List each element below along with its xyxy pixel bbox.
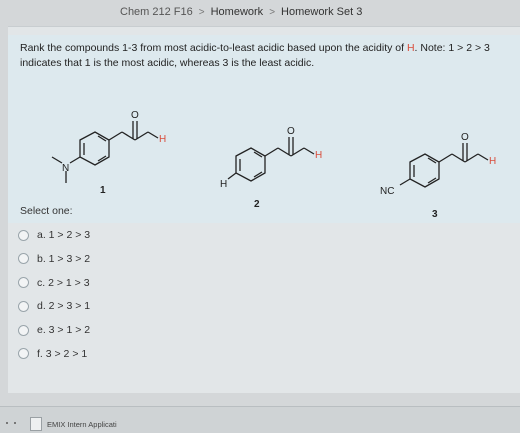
molecule-1: N O H 1 — [42, 107, 182, 197]
breadcrumb-separator: > — [269, 6, 276, 18]
molecule-3-number: 3 — [432, 209, 438, 220]
molecule-2-structure: H O H — [220, 126, 322, 190]
question-text-before: Rank the compounds 1-3 from most acidic-… — [20, 42, 407, 54]
taskbar-dot — [6, 422, 8, 424]
option-label: c. 2 > 1 > 3 — [37, 276, 90, 289]
breadcrumb-homework[interactable]: Homework — [211, 6, 264, 18]
breadcrumb-separator: > — [198, 6, 205, 18]
molecule-2-substituent: H — [220, 179, 227, 190]
molecule-1-structure: N O H — [51, 110, 166, 183]
option-c[interactable]: c. 2 > 1 > 3 — [18, 273, 90, 293]
option-label: b. 1 > 3 > 2 — [37, 252, 91, 265]
taskbar: EMIX Intern Applicati — [0, 406, 520, 433]
molecule-3-substituent: NC — [380, 186, 394, 197]
taskbar-item-label: EMIX Intern Applicati — [47, 419, 117, 429]
molecule-3-structure: NC O H — [380, 132, 496, 197]
breadcrumb-course[interactable]: Chem 212 F16 — [120, 6, 193, 18]
breadcrumb-homework-set[interactable]: Homework Set 3 — [281, 6, 362, 18]
select-one-label: Select one: — [20, 205, 73, 217]
radio-button[interactable] — [18, 277, 29, 289]
molecule-1-hydrogen: H — [159, 134, 166, 145]
taskbar-dot — [14, 422, 16, 424]
radio-button[interactable] — [18, 229, 29, 241]
molecule-2-hydrogen: H — [315, 150, 322, 161]
molecule-2-number: 2 — [254, 199, 260, 210]
question-panel: Rank the compounds 1-3 from most acidic-… — [8, 26, 520, 393]
molecule-2-oxygen: O — [287, 126, 295, 137]
molecule-1-oxygen: O — [131, 110, 139, 121]
option-b[interactable]: b. 1 > 3 > 2 — [18, 249, 90, 269]
question-text: Rank the compounds 1-3 from most acidic-… — [20, 41, 500, 71]
option-label: d. 2 > 3 > 1 — [37, 300, 91, 313]
radio-button[interactable] — [18, 253, 29, 265]
molecule-3-hydrogen: H — [489, 156, 496, 167]
radio-button[interactable] — [18, 348, 29, 360]
question-box: Rank the compounds 1-3 from most acidic-… — [8, 35, 520, 223]
document-icon — [30, 417, 42, 431]
molecule-1-substituent: N — [62, 163, 69, 174]
option-label: f. 3 > 2 > 1 — [37, 347, 88, 360]
option-e[interactable]: e. 3 > 1 > 2 — [18, 320, 90, 340]
option-f[interactable]: f. 3 > 2 > 1 — [18, 344, 90, 364]
answer-options: a. 1 > 2 > 3 b. 1 > 3 > 2 c. 2 > 1 > 3 d… — [18, 225, 90, 368]
molecule-2: H O H 2 — [198, 123, 338, 210]
option-label: e. 3 > 1 > 2 — [37, 324, 91, 337]
molecule-3: NC O H 3 — [366, 129, 516, 220]
radio-button[interactable] — [18, 300, 29, 312]
taskbar-item[interactable]: EMIX Intern Applicati — [30, 417, 117, 431]
option-a[interactable]: a. 1 > 2 > 3 — [18, 225, 90, 245]
radio-button[interactable] — [18, 324, 29, 336]
question-highlight-h: H — [406, 42, 415, 54]
molecule-1-number: 1 — [100, 185, 106, 196]
molecule-3-oxygen: O — [461, 132, 469, 143]
breadcrumb: Chem 212 F16 > Homework > Homework Set 3 — [120, 2, 362, 22]
option-label: a. 1 > 2 > 3 — [37, 229, 91, 241]
option-d[interactable]: d. 2 > 3 > 1 — [18, 296, 90, 316]
